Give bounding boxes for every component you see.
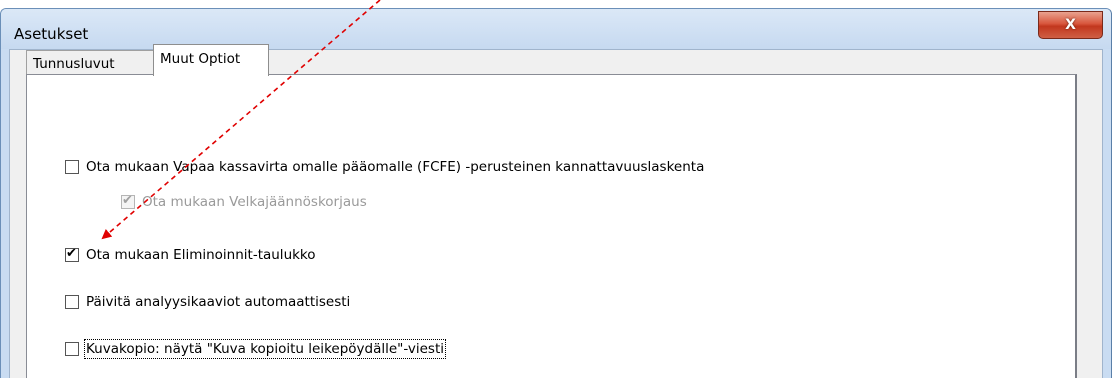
paivita-checkbox[interactable]: [65, 295, 79, 309]
option-paivita-analyysikaaviot[interactable]: Päivitä analyysikaaviot automaattisesti: [65, 294, 350, 310]
title-bar[interactable]: Asetukset X: [1, 9, 1111, 49]
tab-tunnusluvut[interactable]: Tunnusluvut: [26, 50, 154, 74]
close-icon: X: [1065, 17, 1076, 33]
tab-label: Muut Optiot: [160, 51, 241, 67]
option-kuvakopio[interactable]: Kuvakopio: näytä "Kuva kopioitu leikepöy…: [65, 339, 447, 359]
option-velkajaannoskorjaus: ✔ Ota mukaan Velkajäännöskorjaus: [121, 193, 367, 210]
velkajaannoskorjaus-checkbox: ✔: [121, 193, 135, 209]
eliminoinnit-checkbox[interactable]: ✔: [65, 246, 79, 262]
tab-muut-optiot[interactable]: Muut Optiot: [153, 44, 269, 76]
kuvakopio-checkbox[interactable]: [65, 342, 79, 356]
tab-label: Tunnusluvut: [33, 56, 115, 72]
option-label: Ota mukaan Velkajäännöskorjaus: [142, 194, 367, 210]
option-label: Ota mukaan Vapaa kassavirta omalle pääom…: [86, 159, 705, 175]
option-label: Ota mukaan Eliminoinnit-taulukko: [86, 247, 316, 263]
option-label: Päivitä analyysikaaviot automaattisesti: [86, 294, 351, 310]
screen: Asetukset X Tunnusluvut Muut Optiot Ota …: [0, 0, 1113, 378]
option-eliminoinnit[interactable]: ✔ Ota mukaan Eliminoinnit-taulukko: [65, 246, 316, 263]
option-fcfe[interactable]: Ota mukaan Vapaa kassavirta omalle pääom…: [65, 159, 704, 175]
window-title: Asetukset: [14, 25, 89, 43]
tab-page-muut-optiot: Ota mukaan Vapaa kassavirta omalle pääom…: [26, 74, 1077, 378]
close-button[interactable]: X: [1038, 11, 1103, 39]
option-label: Kuvakopio: näytä "Kuva kopioitu leikepöy…: [83, 339, 447, 359]
fcfe-checkbox[interactable]: [65, 160, 79, 174]
